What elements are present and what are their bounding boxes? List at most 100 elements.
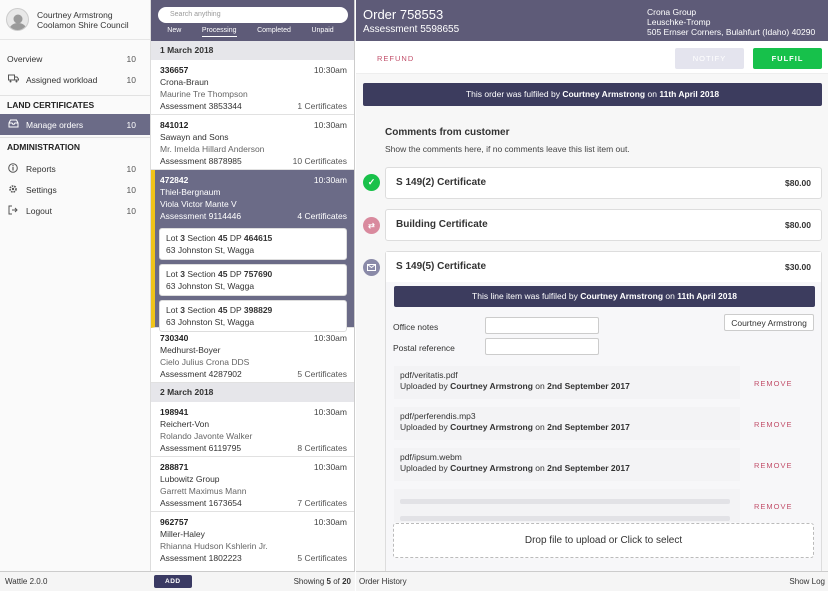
fulfil-button[interactable]: FULFIL (753, 48, 822, 69)
order-detail-content: This order was fulfiled by Courtney Arms… (356, 74, 828, 571)
banner-user: Courtney Armstrong (562, 89, 646, 99)
order-list-panel: Search anything New Processing Completed… (151, 0, 355, 591)
uploaded-by-label: Uploaded by (400, 463, 448, 473)
list-header: Search anything New Processing Completed… (151, 0, 354, 41)
nav-logout[interactable]: Logout 10 (0, 200, 150, 221)
nav-section-admin: ADMINISTRATION (0, 137, 150, 156)
nav-section-land: LAND CERTIFICATES (0, 95, 150, 114)
list-footer: ADD Showing 5 of 20 (151, 571, 355, 591)
order-list-item[interactable]: 730340 10:30am Medhurst-Boyer Cielo Juli… (151, 328, 354, 383)
line-banner-text: This line item was fulfiled by (472, 291, 578, 301)
order-list-item[interactable]: 288871 10:30am Lubowitz Group Garrett Ma… (151, 457, 354, 512)
date-group-header: 2 March 2018 (151, 383, 354, 402)
order-cert-count: 10 Certificates (292, 156, 347, 166)
postal-reference-input[interactable] (485, 338, 599, 355)
lot-card[interactable]: Lot 3 Section 45 DP 464615 63 Johnston S… (159, 228, 347, 260)
line-item[interactable]: S 149(2) Certificate $80.00 (385, 167, 822, 199)
nav-settings[interactable]: Settings 10 (0, 179, 150, 200)
loading-placeholder (400, 499, 730, 504)
postal-reference-label: Postal reference (393, 343, 455, 353)
app: Courtney Armstrong Coolamon Shire Counci… (0, 0, 828, 591)
line-banner-user: Courtney Armstrong (580, 291, 664, 301)
showing-prefix: Showing (293, 577, 325, 586)
line-item-name: S 149(2) Certificate (396, 177, 487, 188)
order-time: 10:30am (313, 462, 347, 472)
upload-on: on (535, 381, 545, 391)
line-item-fulfilled-banner: This line item was fulfiled by Courtney … (394, 286, 815, 307)
order-list-item[interactable]: 962757 10:30am Miller-Haley Rhianna Huds… (151, 512, 354, 567)
attachment-row: pdf/ipsum.webm Uploaded by Courtney Arms… (394, 448, 740, 481)
nav-reports-count: 10 (126, 163, 136, 174)
tab-new[interactable]: New (167, 27, 181, 37)
nav-reports-label: Reports (26, 163, 56, 174)
nav-assigned-label: Assigned workload (26, 74, 98, 85)
pagination-status: Showing 5 of 20 (294, 577, 351, 586)
tab-completed[interactable]: Completed (257, 27, 291, 37)
user-name: Courtney Armstrong (37, 9, 113, 20)
order-company: Crona-Braun (160, 77, 209, 87)
banner-text: This order was fulfiled by (465, 89, 560, 99)
order-contact: Mr. Imelda Hillard Anderson (160, 144, 265, 154)
dp-number: 398829 (243, 305, 273, 315)
nav-reports[interactable]: Reports 10 (0, 158, 150, 179)
order-detail-panel: Order 758553 Assessment 5598655 Crona Gr… (356, 0, 828, 591)
order-company: Miller-Haley (160, 529, 205, 539)
showing-of: of (333, 577, 340, 586)
show-log-link[interactable]: Show Log (789, 577, 825, 586)
remove-attachment-button[interactable]: REMOVE (754, 379, 793, 388)
add-order-button[interactable]: ADD (154, 575, 192, 588)
address-line: Crona Group (647, 7, 697, 17)
order-list-item[interactable]: 841012 10:30am Sawayn and Sons Mr. Imeld… (151, 115, 354, 170)
office-notes-input[interactable] (485, 317, 599, 334)
order-history-link[interactable]: Order History (359, 577, 407, 586)
order-list-item-selected[interactable]: 472842 10:30am Thiel-Bergnaum Viola Vict… (151, 170, 354, 332)
lot-card[interactable]: Lot 3 Section 45 DP 757690 63 Johnston S… (159, 264, 347, 296)
order-cert-count: 1 Certificates (297, 101, 347, 111)
order-time: 10:30am (313, 407, 347, 417)
notify-button[interactable]: NOTIFY (675, 48, 744, 69)
order-cert-count: 5 Certificates (297, 553, 347, 563)
uploaded-by-label: Uploaded by (400, 381, 448, 391)
lot-address: 63 Johnston St, Wagga (166, 317, 255, 327)
order-list-item[interactable]: 336657 10:30am Crona-Braun Maurine Tre T… (151, 60, 354, 115)
nav-overview[interactable]: Overview 10 (0, 48, 150, 69)
user-org: Coolamon Shire Council (37, 19, 129, 30)
line-item-expanded[interactable]: S 149(5) Certificate $30.00 This line it… (385, 251, 822, 571)
remove-attachment-button[interactable]: REMOVE (754, 502, 793, 511)
line-item-price: $80.00 (785, 178, 811, 188)
truck-icon (8, 74, 20, 85)
lot-number: 3 (180, 269, 185, 279)
loading-placeholder (400, 516, 730, 521)
tab-unpaid[interactable]: Unpaid (311, 27, 333, 37)
order-assessment-number: Assessment 5598655 (363, 24, 460, 35)
line-banner-on: on (665, 291, 675, 301)
order-cert-count: 8 Certificates (297, 443, 347, 453)
order-contact: Garrett Maximus Mann (160, 486, 247, 496)
nav-logout-count: 10 (126, 205, 136, 216)
lot-number: 3 (180, 233, 185, 243)
date-group-header: 1 March 2018 (151, 41, 354, 60)
attachment-filename: pdf/veritatis.pdf (400, 370, 458, 380)
shuffle-icon: ⇄ (363, 217, 380, 234)
uploaded-by-label: Uploaded by (400, 422, 448, 432)
assignee-button[interactable]: Courtney Armstrong (724, 314, 814, 331)
section-number: 45 (218, 233, 228, 243)
order-time: 10:30am (313, 517, 347, 527)
order-list-item[interactable]: 198941 10:30am Reichert-Von Rolando Javo… (151, 402, 354, 457)
attachment-row: pdf/perferendis.mp3 Uploaded by Courtney… (394, 407, 740, 440)
nav-settings-label: Settings (26, 184, 57, 195)
remove-attachment-button[interactable]: REMOVE (754, 461, 793, 470)
nav-manage-orders[interactable]: Manage orders 10 (0, 114, 150, 135)
search-input[interactable]: Search anything (158, 7, 348, 23)
remove-attachment-button[interactable]: REMOVE (754, 420, 793, 429)
section-keyword: Section (187, 305, 216, 315)
file-drop-zone[interactable]: Drop file to upload or Click to select (393, 523, 814, 558)
order-time: 10:30am (313, 65, 347, 75)
tab-processing[interactable]: Processing (201, 27, 237, 37)
nav-assigned-workload[interactable]: Assigned workload 10 (0, 69, 150, 90)
refund-button[interactable]: REFUND (377, 54, 414, 63)
order-cert-count: 4 Certificates (297, 211, 347, 221)
line-item[interactable]: Building Certificate $80.00 (385, 209, 822, 241)
order-contact: Rhianna Hudson Kshlerin Jr. (160, 541, 268, 551)
user-profile[interactable]: Courtney Armstrong Coolamon Shire Counci… (0, 0, 150, 40)
